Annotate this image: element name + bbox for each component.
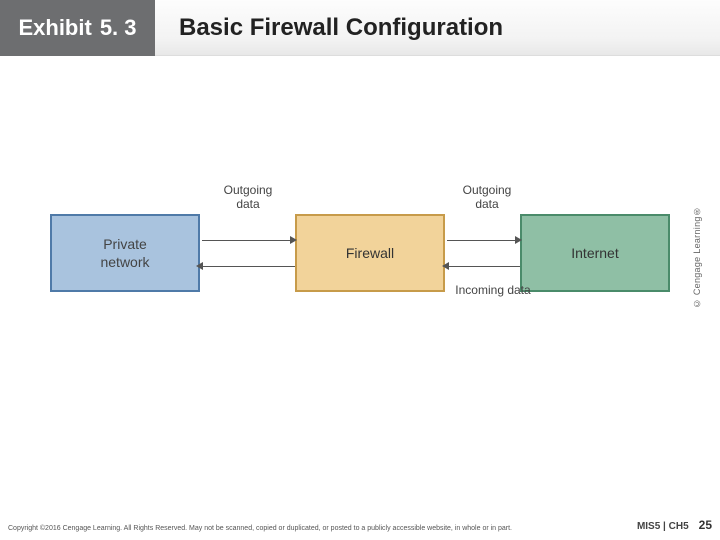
arrow-left-icon (196, 262, 203, 270)
arrow-right-icon (290, 236, 297, 244)
arrow-line (447, 240, 517, 241)
exhibit-number: 5. 3 (100, 15, 137, 41)
arrow-line (202, 240, 292, 241)
arrow-line (448, 266, 520, 267)
private-network-box: Private network (50, 214, 200, 292)
arrow-right-icon (515, 236, 522, 244)
slide-title: Basic Firewall Configuration (179, 14, 503, 42)
slide-footer: Copyright ©2016 Cengage Learning. All Ri… (8, 518, 712, 532)
exhibit-label: Exhibit (18, 15, 91, 41)
slide-header: Exhibit 5. 3 Basic Firewall Configuratio… (0, 0, 720, 56)
book-ref: MIS5 | CH5 (637, 521, 689, 532)
firewall-box: Firewall (295, 214, 445, 292)
firewall-label: Firewall (346, 245, 394, 261)
internet-box: Internet (520, 214, 670, 292)
arrow-left-icon (442, 262, 449, 270)
diagram-area: Private network Firewall Internet Outgoi… (0, 56, 720, 436)
footer-right: MIS5 | CH5 25 (637, 518, 712, 532)
copyright-text: Copyright ©2016 Cengage Learning. All Ri… (8, 525, 512, 532)
image-credit: © Cengage Learning® (692, 206, 702, 308)
exhibit-badge: Exhibit 5. 3 (0, 0, 155, 56)
page-number: 25 (699, 518, 712, 532)
internet-label: Internet (571, 245, 618, 261)
private-network-label: Private network (100, 235, 149, 271)
arrow-line (202, 266, 295, 267)
outgoing-label-1: Outgoing data (218, 184, 278, 212)
incoming-label: Incoming data (448, 284, 538, 298)
outgoing-label-2: Outgoing data (457, 184, 517, 212)
